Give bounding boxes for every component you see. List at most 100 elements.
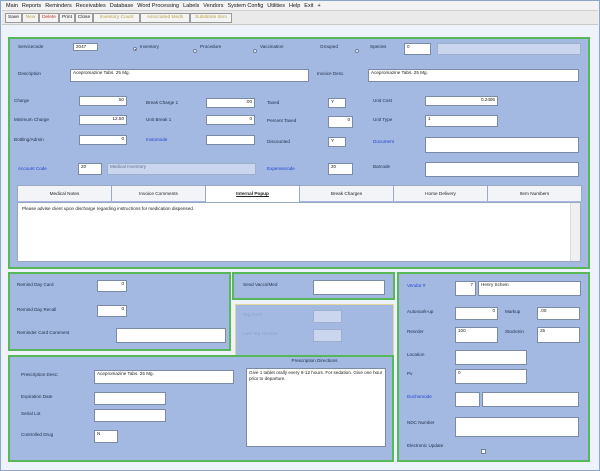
invoice-desc-label: Invoice Desc. (317, 71, 345, 76)
close-button[interactable]: Close (75, 13, 93, 23)
prescription-directions-title: Prescription Directions (291, 358, 338, 363)
expensecode-field[interactable]: 20 (328, 163, 353, 175)
servicecode-field[interactable]: 2047 (73, 43, 98, 51)
taxed-label: Taxed (267, 100, 280, 105)
reminder-card-comment-label: Reminder Card Comment (17, 330, 70, 335)
tab-break-charges[interactable]: Break Charges (299, 185, 394, 201)
markup-field[interactable]: .00 (537, 307, 580, 320)
bottling-label: Bottling/Admin (14, 137, 44, 142)
grouped-radio[interactable] (355, 49, 359, 53)
procedure-radio[interactable] (193, 49, 197, 53)
percent-taxed-label: Percent Taxed (267, 118, 297, 123)
account-code-field[interactable]: 20 (78, 163, 102, 175)
menu-utilities[interactable]: Utilities (267, 3, 285, 9)
menu-labels[interactable]: Labels (183, 3, 199, 9)
menu-bar: Main Reports Reminders Receivables Datab… (2, 1, 598, 11)
tag-form-field (313, 310, 342, 323)
expiration-date-field[interactable] (94, 392, 166, 405)
menu-help[interactable]: Help (289, 3, 300, 9)
charge-field[interactable]: 50 (79, 96, 127, 106)
expensecode-link[interactable]: Expensecode (267, 166, 295, 171)
prescription-desc-field[interactable]: Acepromazine Tabs. 25 Mg. (94, 370, 234, 384)
remind-day-recall-field[interactable]: 0 (97, 305, 127, 317)
prescription-desc-label: Prescription Desc: (21, 372, 59, 377)
reorder-field[interactable]: 100 (455, 327, 498, 343)
menu-receivables[interactable]: Receivables (76, 3, 106, 9)
menu-word-processing[interactable]: Word Processing (137, 3, 179, 9)
prescription-directions-textarea[interactable]: Give 1 tablet orally every 8-12 hours. F… (246, 368, 386, 447)
unit-type-label: Unit Type (373, 117, 393, 122)
serial-lot-field[interactable] (94, 409, 166, 422)
new-button[interactable]: New (22, 13, 39, 23)
dochomode-link[interactable]: Dochomode (407, 394, 432, 399)
vendor-name-field[interactable]: Henry Schein (478, 281, 581, 296)
menu-extra[interactable]: + (317, 3, 320, 9)
discounted-field[interactable]: Y (328, 137, 346, 147)
delete-button[interactable]: Delete (39, 13, 59, 23)
remind-day-recall-label: Remind Day Recall (17, 307, 57, 312)
barcode-field[interactable] (425, 162, 579, 177)
electronic-update-checkbox[interactable] (481, 449, 486, 454)
description-field[interactable]: Acepromazine Tabs. 25 Mg. (70, 69, 309, 82)
tab-item-numbers[interactable]: Item Numbers (487, 185, 582, 201)
send-vaccs-label: Send Vaccs/Med (243, 282, 278, 287)
send-vaccs-field[interactable] (313, 280, 385, 295)
document-field[interactable] (425, 137, 579, 153)
controlled-drug-field[interactable]: N (94, 430, 118, 443)
invoice-desc-field[interactable]: Acepromazine Tabs. 25 Mg. (368, 69, 579, 82)
document-link[interactable]: Document (373, 139, 394, 144)
location-field[interactable] (455, 350, 527, 365)
unit-cost-label: Unit Cost (373, 98, 392, 103)
menu-system-config[interactable]: System Config (227, 3, 263, 9)
stockmin-field[interactable]: 25 (537, 327, 580, 343)
percent-taxed-field[interactable]: 0 (328, 116, 353, 128)
ndc-number-field[interactable] (455, 417, 579, 437)
minimum-charge-field[interactable]: 12.50 (79, 115, 127, 125)
menu-database[interactable]: Database (110, 3, 134, 9)
account-code-link[interactable]: Account Code (18, 166, 47, 171)
tab-internal-popup[interactable]: Internal Popup (205, 185, 300, 203)
internal-popup-text: Please advise client upon discharge rega… (22, 206, 195, 211)
print-button[interactable]: Print (59, 13, 75, 23)
unit-cost-field[interactable]: 0.2406 (425, 96, 498, 106)
dochomode-desc-field[interactable] (482, 392, 579, 407)
tab-home-delivery[interactable]: Home Delivery (393, 185, 488, 201)
tab-strip: Medical Notes Invoice Comments Internal … (17, 185, 582, 203)
invtomode-field[interactable] (206, 135, 255, 145)
menu-vendors[interactable]: Vendors (203, 3, 223, 9)
unit-type-field[interactable]: 1 (425, 115, 498, 127)
menu-main[interactable]: Main (6, 3, 18, 9)
bottling-field[interactable]: 0 (79, 135, 127, 145)
menu-exit[interactable]: Exit (304, 3, 313, 9)
vendor-link[interactable]: Vendor # (407, 283, 425, 288)
remind-day-card-field[interactable]: 0 (97, 280, 127, 292)
notes-scrollbar[interactable] (570, 203, 580, 261)
inventory-radio[interactable] (133, 47, 137, 51)
unit-break-label: Unit Break 1 (146, 117, 172, 122)
taxed-field[interactable]: Y (328, 98, 346, 108)
internal-popup-textarea[interactable]: Please advise client upon discharge rega… (17, 202, 581, 262)
toolbar: Save New Delete Print Close Inventory Co… (2, 11, 598, 25)
dochomode-field[interactable] (455, 392, 480, 407)
menu-reports[interactable]: Reports (22, 3, 41, 9)
substitute-item-button[interactable]: Substitute Item (190, 13, 232, 23)
unit-break-field[interactable]: 0 (206, 115, 255, 125)
automarkup-field[interactable]: 0 (455, 307, 498, 320)
vendor-number-field[interactable]: 7 (455, 281, 476, 296)
discounted-label: Discounted (267, 139, 290, 144)
pv-field[interactable]: 0 (455, 369, 527, 384)
tag-form-label: Tag Form (243, 312, 263, 317)
tab-medical-notes[interactable]: Medical Notes (17, 185, 112, 201)
save-button[interactable]: Save (5, 13, 22, 23)
invtomode-link[interactable]: Invtomode (146, 137, 167, 142)
vaccination-radio-label: Vaccination (260, 44, 284, 49)
tab-invoice-comments[interactable]: Invoice Comments (111, 185, 206, 201)
associated-meds-button[interactable]: Associated Meds (140, 13, 190, 23)
inventory-count-button[interactable]: Inventory Count (93, 13, 140, 23)
vaccination-radio[interactable] (253, 49, 257, 53)
reorder-label: Reorder (407, 329, 424, 334)
break-charge-field[interactable]: .00 (206, 98, 255, 108)
reminder-card-comment-field[interactable] (116, 328, 226, 343)
menu-reminders[interactable]: Reminders (45, 3, 72, 9)
species-field[interactable]: 0 (404, 43, 431, 55)
